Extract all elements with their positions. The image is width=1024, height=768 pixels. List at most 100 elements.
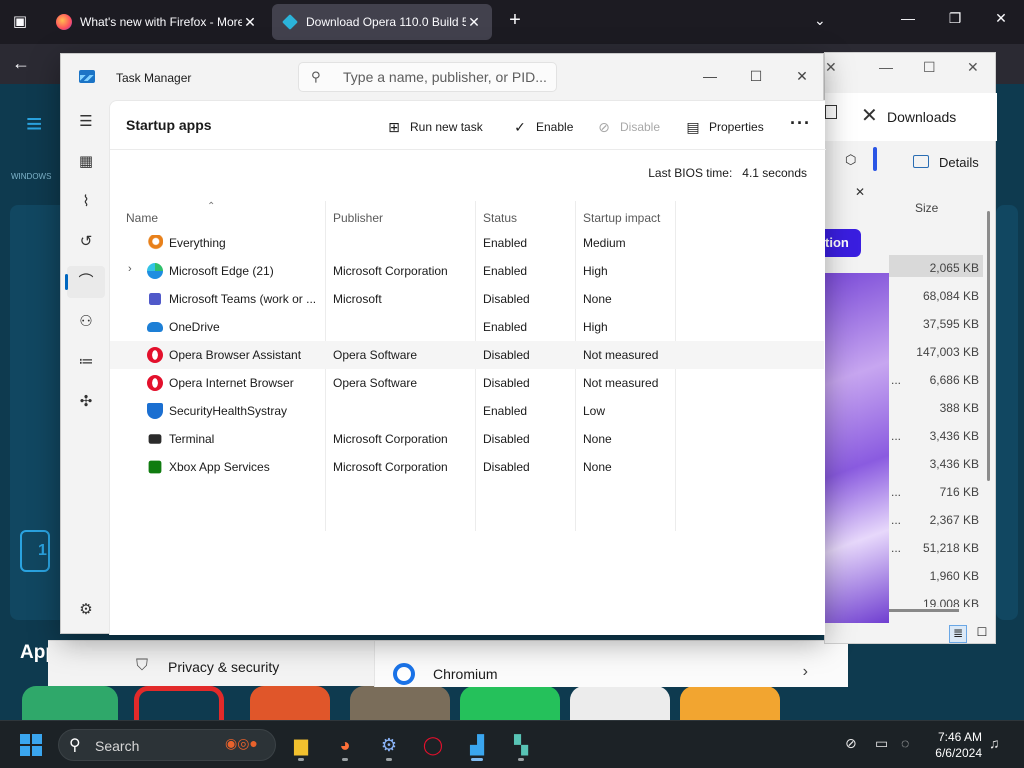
settings-app-item-chromium[interactable]: Chromium › [374, 641, 848, 687]
app-tile[interactable] [790, 686, 890, 720]
file-size: 6,686 KB [929, 373, 979, 387]
column-header-name[interactable]: Name [126, 211, 158, 225]
details-icon[interactable]: ≔ [67, 346, 105, 378]
windows-security-shield-icon [147, 403, 163, 419]
chevron-right-icon: › [802, 663, 808, 680]
list-all-tabs-icon[interactable]: ⌄ [814, 12, 826, 29]
app-tile[interactable] [460, 686, 560, 720]
table-row[interactable]: SecurityHealthSystray Enabled Low [110, 397, 824, 425]
table-row[interactable]: Opera Internet Browser Opera Software Di… [110, 369, 824, 397]
volume-icon[interactable]: ◌ [901, 735, 909, 751]
downloads-tab[interactable]: ✕ Downloads [825, 93, 997, 141]
details-button[interactable]: Details [939, 155, 979, 170]
file-size: 51,218 KB [922, 541, 979, 555]
run-new-task-label: Run new task [410, 120, 483, 134]
display-icon[interactable]: ▭ [875, 735, 888, 752]
page-badge: 1 [20, 530, 50, 572]
cube-icon[interactable]: ⬡ [845, 152, 856, 168]
task-manager-window: Task Manager ⚲ — ☐ ✕ ☰ ▦ ⌇ ↺ ⌒ ⚇ ≔ ✣ ⚙ S… [60, 53, 826, 635]
run-new-task-button[interactable]: ⊞ Run new task [386, 115, 483, 139]
wallpaper-image [825, 273, 889, 623]
table-row[interactable]: Microsoft Teams (work or ... Microsoft D… [110, 285, 824, 313]
tiles-view-icon[interactable]: ☐ [973, 625, 991, 643]
table-row[interactable]: Xbox App Services Microsoft Corporation … [110, 453, 824, 481]
network-icon[interactable]: ⊘ [845, 735, 857, 752]
horizontal-scrollbar[interactable] [889, 609, 959, 612]
ellipsis: ... [891, 513, 902, 527]
close-icon[interactable]: ✕ [825, 59, 837, 76]
divider [110, 149, 826, 150]
close-icon[interactable]: ✕ [861, 103, 878, 128]
processes-icon[interactable]: ▦ [67, 146, 105, 178]
minimize-icon[interactable]: — [879, 59, 893, 75]
close-icon[interactable]: ✕ [855, 185, 865, 199]
installer-taskbar-icon[interactable]: ▚ [505, 729, 537, 761]
properties-icon: ▤ [686, 118, 700, 135]
app-tile[interactable] [680, 686, 780, 720]
restore-icon[interactable]: ❐ [935, 10, 975, 27]
search-input[interactable] [343, 68, 548, 86]
back-arrow-icon[interactable]: ← [12, 53, 30, 74]
close-icon[interactable]: ✕ [967, 59, 979, 76]
cell-name: OneDrive [169, 320, 220, 334]
settings-gear-icon[interactable]: ⚙ [67, 594, 105, 626]
app-tile[interactable] [250, 686, 330, 720]
hamburger-icon[interactable]: ☰ [67, 106, 105, 138]
table-row[interactable]: OneDrive Enabled High [110, 313, 824, 341]
app-tile[interactable] [350, 686, 450, 720]
minimize-icon[interactable]: — [888, 10, 928, 26]
maximize-icon[interactable]: ☐ [733, 62, 779, 90]
properties-button[interactable]: ▤ Properties [685, 115, 763, 139]
size-column-header[interactable]: Size [915, 201, 938, 215]
hamburger-icon[interactable]: ≡ [26, 108, 42, 140]
new-tab-button[interactable]: + [504, 9, 526, 35]
more-options-icon[interactable]: ··· [790, 113, 811, 134]
browser-tab-firefox-whats-new[interactable]: What's new with Firefox - More ✕ [46, 4, 268, 40]
table-row[interactable]: Opera Browser Assistant Opera Software D… [110, 341, 824, 369]
table-row[interactable]: Terminal Microsoft Corporation Disabled … [110, 425, 824, 453]
startup-apps-icon[interactable]: ⌒ [65, 266, 105, 298]
firefox-taskbar-icon[interactable]: ◕ [329, 729, 361, 761]
maximize-icon[interactable] [825, 105, 837, 119]
performance-icon[interactable]: ⌇ [67, 186, 105, 218]
notification-bell-icon[interactable]: ♫ [989, 735, 1000, 751]
disable-button[interactable]: ⊘ Disable [596, 115, 660, 139]
close-icon[interactable]: ✕ [242, 14, 258, 31]
page-action-button[interactable]: tion [825, 229, 861, 257]
enable-button[interactable]: ✓ Enable [512, 115, 573, 139]
details-view-icon[interactable]: ≣ [949, 625, 967, 643]
opera-taskbar-icon[interactable]: ◯ [417, 729, 449, 761]
app-tile[interactable] [570, 686, 670, 720]
minimize-icon[interactable]: — [687, 62, 733, 90]
app-history-icon[interactable]: ↺ [67, 226, 105, 258]
table-row[interactable]: Everything Enabled Medium [110, 229, 824, 257]
file-explorer-icon[interactable]: ▆ [285, 729, 317, 761]
cell-name: Microsoft Teams (work or ... [169, 292, 317, 306]
windows-logo-icon [20, 734, 30, 744]
column-header-publisher[interactable]: Publisher [333, 211, 383, 225]
app-tile[interactable] [134, 686, 224, 720]
downloads-title: Downloads [887, 109, 957, 125]
vertical-scrollbar[interactable] [987, 211, 990, 481]
close-icon[interactable]: ✕ [466, 14, 482, 31]
browser-tab-opera-download[interactable]: Download Opera 110.0 Build 51 ✕ [272, 4, 492, 40]
close-icon[interactable]: ✕ [981, 10, 1021, 27]
table-row[interactable]: › Microsoft Edge (21) Microsoft Corporat… [110, 257, 824, 285]
running-indicator [518, 758, 524, 761]
task-manager-taskbar-icon[interactable]: ▟ [461, 729, 493, 761]
services-icon[interactable]: ✣ [67, 386, 105, 418]
clock[interactable]: 7:46 AM 6/6/2024 [926, 729, 982, 761]
close-icon[interactable]: ✕ [779, 62, 825, 90]
chevron-right-icon[interactable]: › [128, 263, 132, 275]
tab-overview-icon[interactable]: ▣ [10, 12, 30, 32]
users-icon[interactable]: ⚇ [67, 306, 105, 338]
column-header-status[interactable]: Status [483, 211, 517, 225]
start-button[interactable] [20, 734, 42, 756]
app-tile[interactable] [22, 686, 118, 720]
search-box[interactable]: ⚲ [298, 62, 557, 92]
taskbar-search[interactable]: ⚲ Search ◉◎● [58, 729, 276, 761]
column-header-startup-impact[interactable]: Startup impact [583, 211, 660, 225]
maximize-icon[interactable]: ☐ [923, 59, 936, 76]
settings-taskbar-icon[interactable]: ⚙ [373, 729, 405, 761]
file-size: 3,436 KB [929, 457, 979, 471]
